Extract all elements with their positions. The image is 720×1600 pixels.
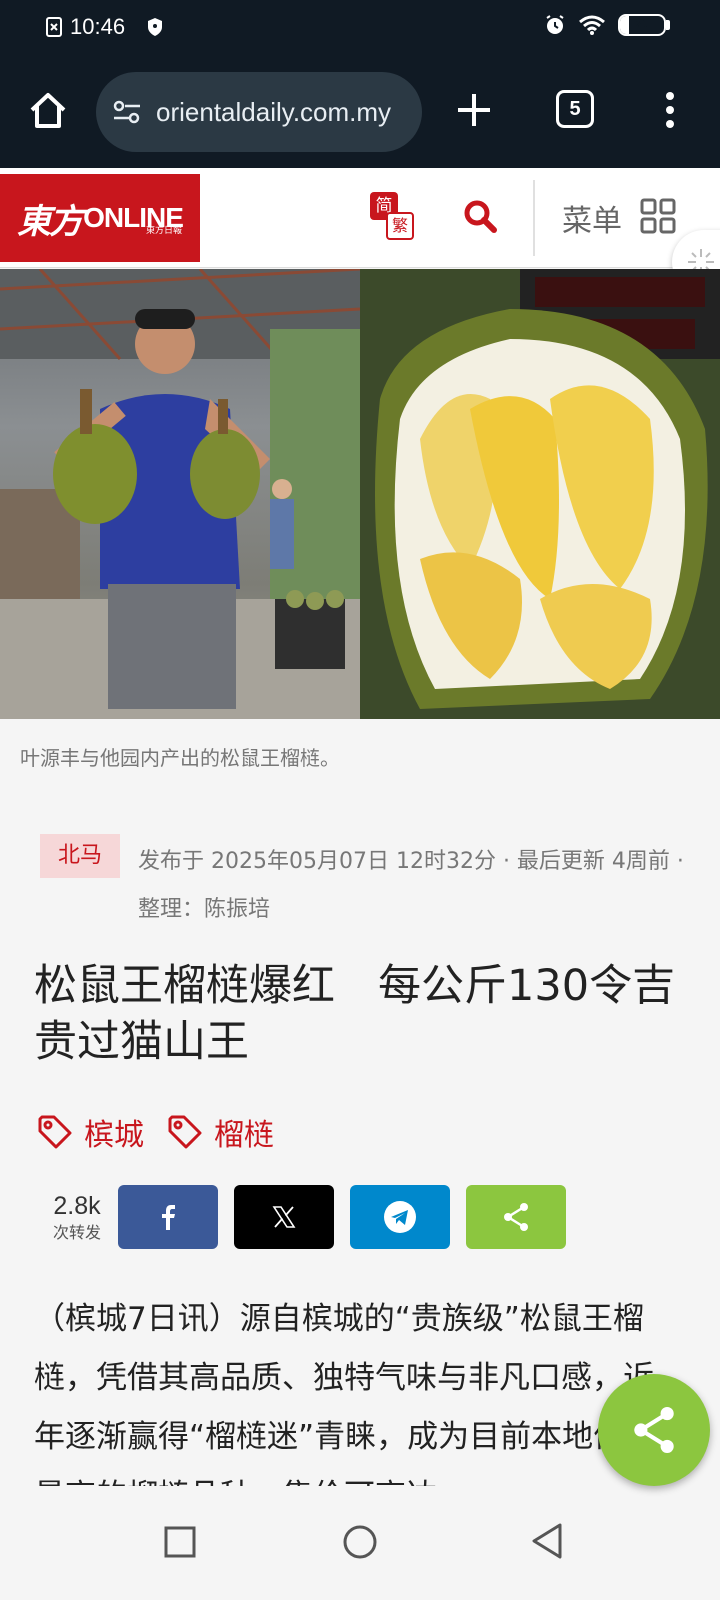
language-toggle-button[interactable]: 简 繁 xyxy=(370,192,418,240)
site-logo[interactable]: 東方 ONLINE 東方日報 xyxy=(0,174,200,262)
telegram-icon xyxy=(384,1201,416,1233)
x-share-button[interactable] xyxy=(234,1185,334,1249)
tag-icon xyxy=(168,1115,202,1149)
header-divider xyxy=(533,180,535,256)
more-share-button[interactable] xyxy=(466,1185,566,1249)
notification-icon xyxy=(46,17,62,37)
home-icon[interactable] xyxy=(26,88,70,132)
article-title: 松鼠王榴梿爆红 每公斤130令吉贵过猫山王 xyxy=(34,961,676,1067)
back-icon[interactable] xyxy=(530,1522,564,1560)
address-bar[interactable]: orientaldaily.com.my xyxy=(96,72,422,152)
facebook-share-button[interactable] xyxy=(118,1185,218,1249)
search-icon[interactable] xyxy=(460,196,500,236)
article-body: （槟城7日讯）源自槟城的“贵族级”松鼠王榴梿，凭借其高品质、独特气味与非凡口感，… xyxy=(34,1301,655,1486)
traditional-label: 繁 xyxy=(386,212,414,240)
url-text[interactable]: orientaldaily.com.my xyxy=(156,97,391,128)
telegram-share-button[interactable] xyxy=(350,1185,450,1249)
tab-switcher-button[interactable]: 5 xyxy=(556,90,594,128)
farmer-photo xyxy=(0,269,361,719)
site-settings-icon[interactable] xyxy=(112,98,142,126)
tag-item[interactable]: 榴梿 xyxy=(166,1110,274,1154)
more-options-icon[interactable] xyxy=(658,88,682,132)
article-meta: 发布于 2025年05月07日 12时32分 · 最后更新 4周前 · 整理：陈… xyxy=(138,849,684,922)
floating-share-button[interactable] xyxy=(598,1374,710,1486)
system-nav-bar xyxy=(0,1500,720,1600)
facebook-icon xyxy=(162,1205,175,1230)
wifi-icon xyxy=(579,15,605,35)
status-bar: 10:46 21 xyxy=(0,0,720,58)
new-tab-icon[interactable] xyxy=(452,88,496,132)
article-hero-image[interactable] xyxy=(0,269,720,719)
share-icon xyxy=(504,1203,528,1231)
battery-icon: 21 xyxy=(618,14,666,36)
durian-photo xyxy=(360,269,720,719)
x-icon xyxy=(272,1206,296,1228)
home-nav-icon[interactable] xyxy=(342,1524,378,1560)
browser-toolbar: orientaldaily.com.my 5 xyxy=(0,58,720,168)
battery-level: 21 xyxy=(635,17,649,31)
tag-list: 槟城 榴梿 xyxy=(36,1110,274,1154)
tag-label: 槟城 xyxy=(84,1118,144,1153)
image-caption: 叶源丰与他园内产出的松鼠王榴梿。 xyxy=(20,746,340,770)
recents-icon[interactable] xyxy=(164,1526,196,1558)
share-icon xyxy=(634,1407,674,1453)
share-count-label: 次转发 xyxy=(52,1223,101,1242)
site-header: 東方 ONLINE 東方日報 简 繁 菜单 xyxy=(0,168,720,268)
alarm-icon xyxy=(546,15,564,34)
share-count: 2.8k 次转发 xyxy=(46,1192,108,1243)
share-count-number: 2.8k xyxy=(53,1192,101,1220)
tag-icon xyxy=(38,1115,72,1149)
shield-icon xyxy=(148,18,163,36)
clock: 10:46 xyxy=(70,14,126,39)
grid-menu-icon[interactable] xyxy=(640,198,676,234)
tag-item[interactable]: 槟城 xyxy=(36,1110,144,1154)
menu-button-label[interactable]: 菜单 xyxy=(562,196,622,240)
region-badge[interactable]: 北马 xyxy=(40,834,120,878)
tag-label: 榴梿 xyxy=(214,1118,274,1153)
